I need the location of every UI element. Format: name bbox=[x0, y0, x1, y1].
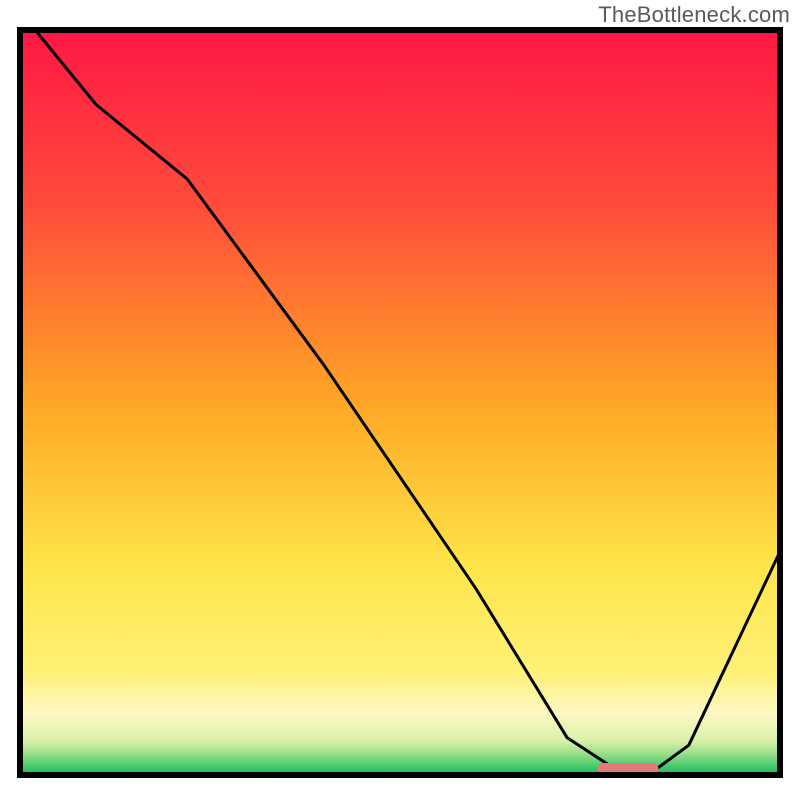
watermark-text: TheBottleneck.com bbox=[598, 2, 790, 28]
bottleneck-chart bbox=[0, 0, 800, 800]
plot-background bbox=[20, 30, 780, 775]
